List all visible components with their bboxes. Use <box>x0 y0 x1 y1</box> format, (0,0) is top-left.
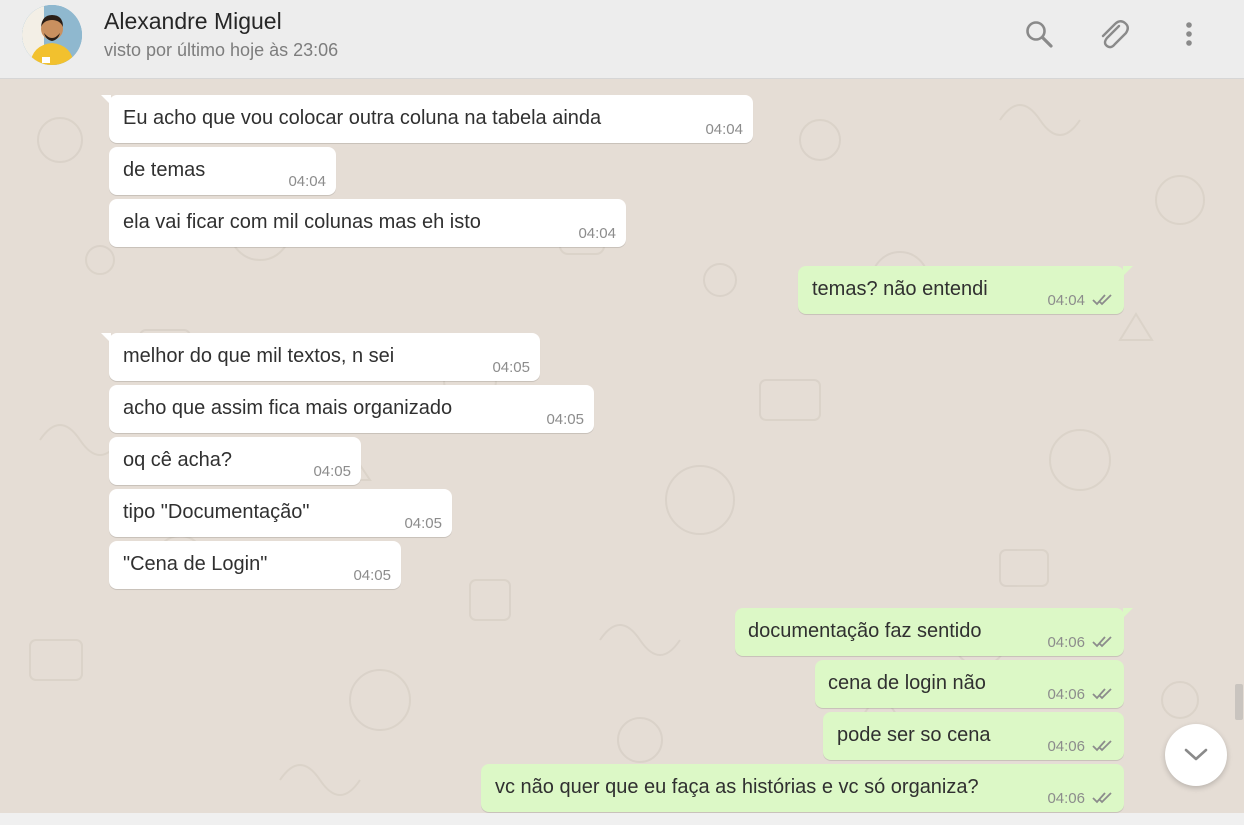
read-receipt-icon <box>1092 294 1112 306</box>
message-incoming[interactable]: de temas 04:04 <box>109 147 336 195</box>
message-text: oq cê acha? <box>123 449 232 471</box>
message-time: 04:05 <box>546 411 584 428</box>
message-text: Eu acho que vou colocar outra coluna na … <box>123 107 602 129</box>
scrollbar-thumb[interactable] <box>1235 684 1243 720</box>
message-time: 04:04 <box>705 121 743 138</box>
read-receipt-icon <box>1092 792 1112 804</box>
message-incoming[interactable]: "Cena de Login" 04:05 <box>109 541 401 589</box>
read-receipt-icon <box>1092 636 1112 648</box>
message-time: 04:04 <box>288 173 326 190</box>
message-outgoing[interactable]: pode ser so cena 04:06 <box>823 712 1124 760</box>
bubble-tail <box>1123 608 1133 618</box>
message-list[interactable]: Eu acho que vou colocar outra coluna na … <box>0 80 1244 813</box>
chat-header: Alexandre Miguel visto por último hoje à… <box>0 0 1244 79</box>
message-incoming[interactable]: melhor do que mil textos, n sei 04:05 <box>101 333 540 381</box>
message-outgoing[interactable]: temas? não entendi 04:04 <box>798 266 1133 314</box>
bubble-tail <box>101 95 111 105</box>
message-text: acho que assim fica mais organizado <box>123 397 453 419</box>
message-text: ela vai ficar com mil colunas mas eh ist… <box>123 211 481 233</box>
message-time: 04:06 <box>1047 738 1085 755</box>
message-incoming[interactable]: ela vai ficar com mil colunas mas eh ist… <box>109 199 626 247</box>
message-outgoing[interactable]: vc não quer que eu faça as histórias e v… <box>481 764 1124 812</box>
bubble-tail <box>101 333 111 343</box>
message-time: 04:05 <box>353 567 391 584</box>
message-text: "Cena de Login" <box>123 553 268 575</box>
message-text: temas? não entendi <box>812 278 988 300</box>
message-outgoing[interactable]: documentação faz sentido 04:06 <box>735 608 1133 656</box>
message-outgoing[interactable]: cena de login não 04:06 <box>815 660 1124 708</box>
message-incoming[interactable]: tipo "Documentação" 04:05 <box>109 489 452 537</box>
message-time: 04:05 <box>313 463 351 480</box>
message-incoming[interactable]: acho que assim fica mais organizado 04:0… <box>109 385 594 433</box>
read-receipt-icon <box>1092 688 1112 700</box>
message-text: melhor do que mil textos, n sei <box>123 345 395 367</box>
message-text: de temas <box>123 159 206 181</box>
message-text: documentação faz sentido <box>748 620 982 642</box>
scroll-to-bottom-button[interactable] <box>1165 724 1227 786</box>
message-time: 04:06 <box>1047 634 1085 651</box>
person-avatar-icon <box>22 5 82 65</box>
contact-last-seen: visto por último hoje às 23:06 <box>104 40 339 60</box>
chevron-down-icon <box>1184 748 1208 761</box>
attach-button[interactable] <box>1096 16 1132 52</box>
composer-bar <box>0 813 1244 825</box>
paperclip-icon <box>1101 20 1129 49</box>
bubble-tail <box>1123 266 1133 276</box>
message-incoming[interactable]: oq cê acha? 04:05 <box>109 437 361 485</box>
message-time: 04:05 <box>492 359 530 376</box>
message-time: 04:06 <box>1047 686 1085 703</box>
message-text: cena de login não <box>828 672 986 694</box>
search-button[interactable] <box>1021 16 1057 52</box>
contact-avatar[interactable] <box>22 5 82 65</box>
message-incoming[interactable]: Eu acho que vou colocar outra coluna na … <box>101 95 753 143</box>
message-text: vc não quer que eu faça as histórias e v… <box>495 776 979 798</box>
menu-button[interactable] <box>1171 16 1207 52</box>
message-text: tipo "Documentação" <box>123 501 310 523</box>
search-icon <box>1026 21 1053 48</box>
contact-name[interactable]: Alexandre Miguel <box>104 8 282 35</box>
message-time: 04:06 <box>1047 790 1085 807</box>
kebab-menu-icon <box>1186 22 1192 46</box>
read-receipt-icon <box>1092 740 1112 752</box>
message-time: 04:05 <box>404 515 442 532</box>
message-time: 04:04 <box>578 225 616 242</box>
message-time: 04:04 <box>1047 292 1085 309</box>
message-text: pode ser so cena <box>837 724 991 746</box>
